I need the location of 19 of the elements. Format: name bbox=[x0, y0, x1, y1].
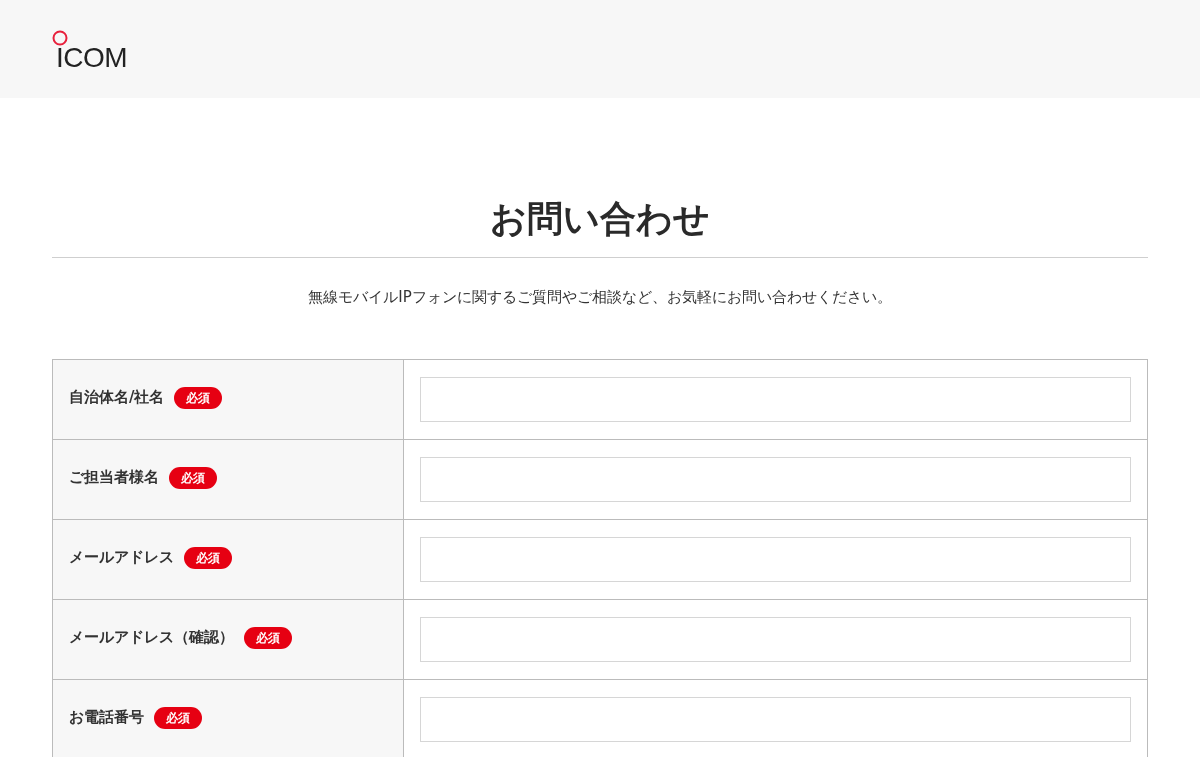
field-label: 自治体名/社名 bbox=[69, 388, 165, 407]
field-label: ご担当者様名 bbox=[69, 468, 159, 487]
input-field[interactable] bbox=[420, 457, 1131, 502]
intro-text: 無線モバイルIPフォンに関するご質問やご相談など、お気軽にお問い合わせください。 bbox=[307, 287, 893, 308]
input-field[interactable] bbox=[420, 537, 1131, 582]
required-badge: 必須 bbox=[154, 706, 202, 729]
input-field[interactable] bbox=[420, 697, 1131, 742]
logo-text[interactable]: ICOM bbox=[56, 46, 128, 70]
page-title: お問い合わせ bbox=[52, 98, 1148, 258]
input-field[interactable] bbox=[420, 617, 1131, 662]
required-badge: 必須 bbox=[169, 466, 217, 489]
input-field[interactable] bbox=[420, 377, 1131, 422]
required-badge: 必須 bbox=[184, 546, 232, 569]
required-badge: 必須 bbox=[244, 626, 292, 649]
field-label: お電話番号 bbox=[69, 708, 144, 727]
ring-icon bbox=[52, 30, 68, 46]
field-label: メールアドレス bbox=[69, 548, 174, 567]
field-label: メールアドレス（確認） bbox=[69, 628, 234, 647]
required-badge: 必須 bbox=[174, 386, 223, 409]
